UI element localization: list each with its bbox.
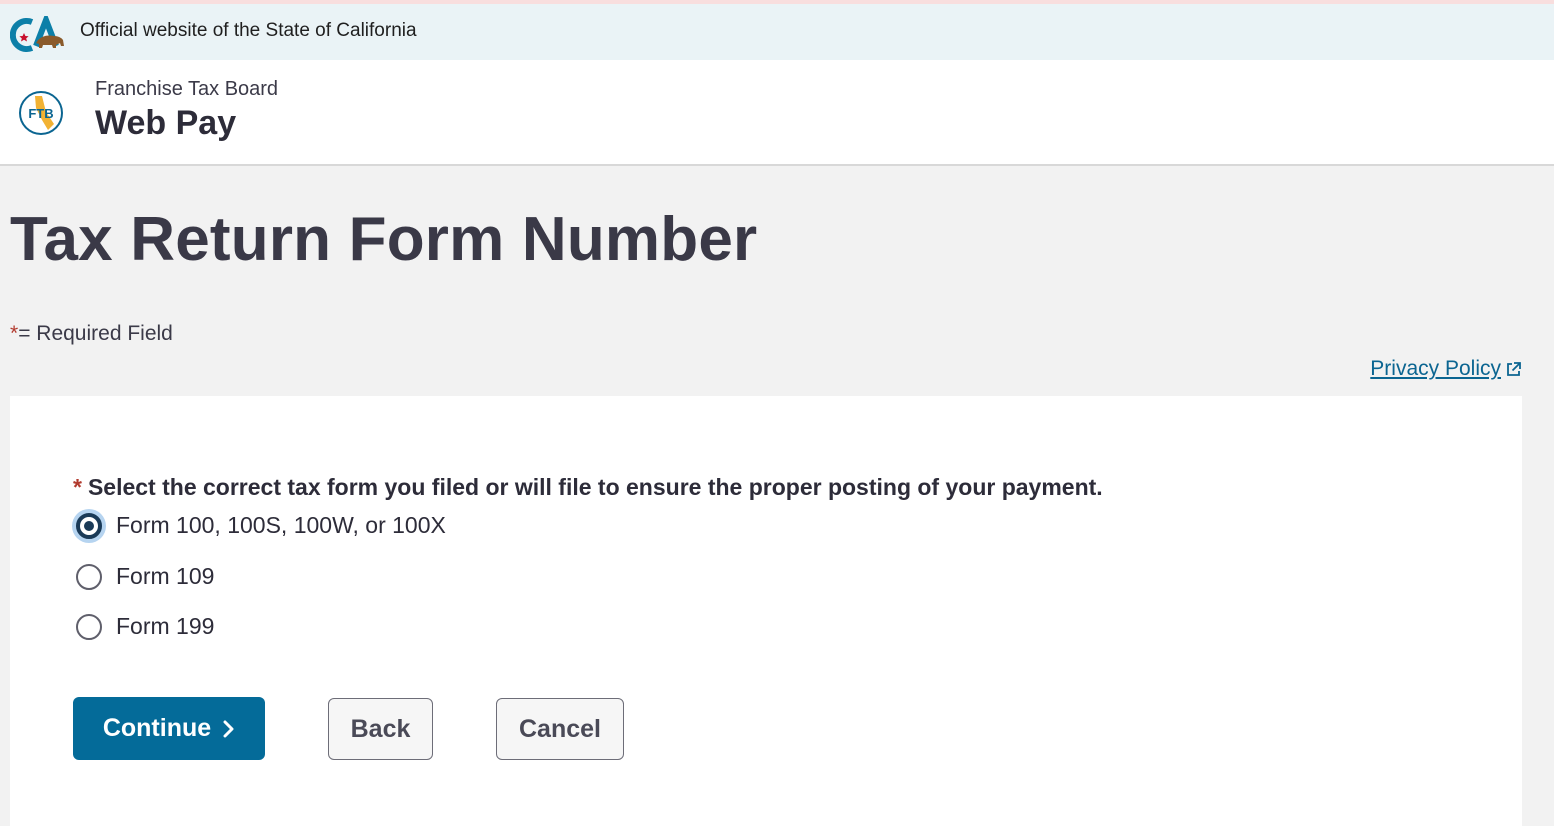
- required-star: *: [10, 322, 19, 345]
- privacy-policy-label: Privacy Policy: [1370, 357, 1501, 380]
- california-logo-icon[interactable]: [10, 16, 70, 54]
- continue-button-label: Continue: [102, 714, 212, 742]
- radio-button-form-109[interactable]: [76, 563, 102, 590]
- radio-option-form-109[interactable]: Form 109: [76, 563, 214, 590]
- continue-button[interactable]: Continue: [73, 697, 265, 760]
- state-banner: Official website of the State of Califor…: [0, 4, 1554, 60]
- app-name: Web Pay: [95, 104, 237, 142]
- ftb-logo-icon[interactable]: FTB: [18, 90, 64, 136]
- required-note-text: = Required Field: [18, 322, 173, 345]
- page-title: Tax Return Form Number: [10, 205, 758, 274]
- question-text: Select the correct tax form you filed or…: [87, 474, 1103, 500]
- question-required-star: *: [73, 474, 82, 500]
- cancel-button[interactable]: Cancel: [496, 698, 624, 760]
- cancel-button-label: Cancel: [519, 714, 601, 743]
- form-question: * Select the correct tax form you filed o…: [73, 474, 1103, 501]
- radio-label-form-100[interactable]: Form 100, 100S, 100W, or 100X: [116, 512, 446, 539]
- site-header: FTB Franchise Tax Board Web Pay: [0, 60, 1554, 166]
- radio-option-form-199[interactable]: Form 199: [76, 613, 214, 640]
- state-banner-text: Official website of the State of Califor…: [80, 20, 417, 41]
- radio-label-form-199[interactable]: Form 199: [116, 613, 214, 640]
- radio-label-form-109[interactable]: Form 109: [116, 563, 214, 590]
- form-card: * Select the correct tax form you filed o…: [10, 396, 1522, 826]
- chevron-right-icon: [223, 720, 234, 737]
- required-field-note: *= Required Field: [10, 322, 173, 346]
- radio-button-form-199[interactable]: [76, 613, 102, 640]
- privacy-policy-link[interactable]: Privacy Policy: [1370, 357, 1522, 381]
- radio-button-form-100[interactable]: [76, 512, 102, 539]
- svg-text:FTB: FTB: [28, 106, 53, 121]
- radio-option-form-100[interactable]: Form 100, 100S, 100W, or 100X: [76, 512, 446, 539]
- external-link-icon: [1507, 361, 1521, 376]
- agency-name: Franchise Tax Board: [95, 78, 279, 100]
- back-button[interactable]: Back: [328, 698, 433, 760]
- back-button-label: Back: [350, 714, 411, 743]
